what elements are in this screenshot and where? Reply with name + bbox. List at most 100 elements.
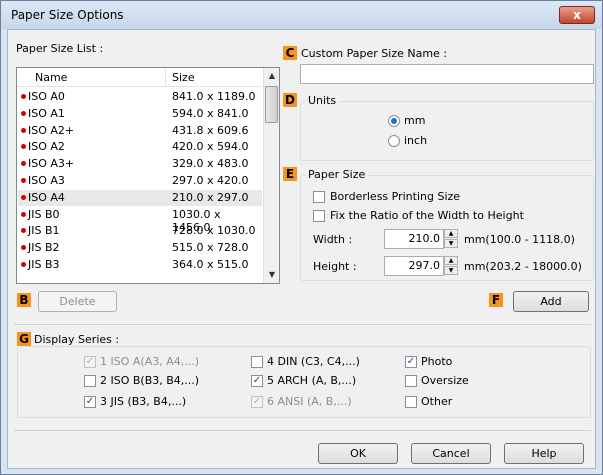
bullet-icon: [21, 94, 26, 99]
dialog-client: Paper Size List : A Name Size ISO A0841.…: [7, 29, 596, 469]
paper-size: 515.0 x 728.0: [172, 241, 249, 255]
height-input[interactable]: 297.0: [384, 256, 444, 276]
list-item[interactable]: JIS B0 1030.0 x 1456.0: [18, 207, 262, 234]
paper-name: ISO A2: [28, 140, 65, 154]
borderless-checkbox[interactable]: [313, 191, 325, 203]
series-checkbox[interactable]: [405, 396, 417, 408]
width-input[interactable]: 210.0: [384, 229, 444, 249]
series-label[interactable]: Photo: [421, 355, 452, 368]
badge-c: C: [283, 46, 297, 60]
list-item[interactable]: ISO A3+ 329.0 x 483.0: [18, 156, 262, 172]
series-checkbox[interactable]: ✓: [251, 396, 263, 408]
series-checkbox[interactable]: ✓: [84, 396, 96, 408]
bullet-icon: [21, 194, 26, 200]
close-button[interactable]: x: [559, 6, 595, 24]
custom-name-input[interactable]: [300, 64, 594, 84]
bullet-icon: [21, 262, 26, 267]
delete-button[interactable]: Delete: [38, 291, 117, 312]
list-item[interactable]: JIS B3 364.0 x 515.0: [18, 257, 262, 273]
units-mm-radio[interactable]: [388, 115, 400, 127]
series-checkbox[interactable]: [251, 356, 263, 368]
paper-size: 841.0 x 1189.0: [172, 90, 256, 103]
badge-f: F: [489, 293, 503, 307]
width-down-icon[interactable]: ▼: [444, 239, 458, 248]
series-checkbox[interactable]: [405, 375, 417, 387]
paper-size-group-label: Paper Size: [305, 168, 369, 181]
list-item[interactable]: ISO A2+ 431.8 x 609.6: [18, 123, 262, 139]
series-label[interactable]: Other: [421, 395, 452, 408]
paper-name: ISO A1: [28, 106, 65, 120]
height-spinner[interactable]: ▲ ▼: [444, 256, 458, 276]
list-item[interactable]: ISO A4 210.0 x 297.0: [18, 189, 262, 206]
series-label[interactable]: 5 ARCH (A, B,...): [267, 374, 356, 387]
list-item[interactable]: JIS B2 515.0 x 728.0: [18, 240, 262, 256]
width-up-icon[interactable]: ▲: [444, 229, 458, 238]
column-name-header[interactable]: Name: [35, 71, 67, 84]
bullet-icon: [21, 211, 26, 217]
paper-name: JIS B1: [28, 224, 60, 238]
bullet-icon: [21, 127, 26, 133]
ok-button[interactable]: OK: [318, 443, 398, 464]
help-button[interactable]: Help: [504, 443, 584, 464]
bullet-icon: [21, 245, 26, 251]
fix-ratio-label[interactable]: Fix the Ratio of the Width to Height: [330, 209, 524, 222]
series-label[interactable]: 2 ISO B(B3, B4,...): [100, 374, 199, 387]
window-title: Paper Size Options: [11, 8, 124, 22]
title-bar[interactable]: Paper Size Options x: [1, 1, 602, 29]
bullet-icon: [21, 161, 26, 167]
add-button[interactable]: Add: [513, 291, 589, 312]
bullet-icon: [21, 228, 26, 234]
series-label[interactable]: Oversize: [421, 374, 469, 387]
badge-g: G: [17, 332, 31, 346]
series-checkbox[interactable]: ✓: [84, 356, 96, 368]
width-range: mm(100.0 - 1118.0): [464, 233, 575, 246]
height-up-icon[interactable]: ▲: [444, 256, 458, 265]
width-spinner[interactable]: ▲ ▼: [444, 229, 458, 249]
borderless-label[interactable]: Borderless Printing Size: [330, 190, 460, 203]
paper-size-list-label: Paper Size List :: [16, 42, 104, 55]
paper-name: ISO A0: [28, 90, 65, 103]
bullet-icon: [21, 110, 26, 116]
badge-e: E: [283, 167, 297, 181]
list-item[interactable]: ISO A3 297.0 x 420.0: [18, 173, 262, 189]
series-label[interactable]: 6 ANSI (A, B,...): [267, 395, 352, 408]
scroll-thumb[interactable]: [265, 86, 278, 123]
column-size-header[interactable]: Size: [172, 71, 195, 84]
paper-size: 329.0 x 483.0: [172, 157, 249, 171]
column-divider: [165, 68, 166, 86]
width-label: Width :: [313, 233, 353, 246]
bullet-icon: [21, 144, 26, 150]
series-checkbox[interactable]: ✓: [405, 356, 417, 368]
paper-name: JIS B3: [28, 258, 60, 271]
list-item[interactable]: JIS B1 728.0 x 1030.0: [18, 223, 262, 239]
paper-size: 364.0 x 515.0: [172, 258, 249, 271]
list-item[interactable]: ISO A0 841.0 x 1189.0: [18, 89, 262, 105]
series-checkbox[interactable]: [84, 375, 96, 387]
scroll-down-icon[interactable]: ▼: [264, 267, 279, 283]
paper-size-list[interactable]: Name Size ISO A0 841.0 x 1189.0 ISO A1 594.…: [16, 67, 280, 284]
bullet-icon: [21, 178, 26, 183]
series-label[interactable]: 3 JIS (B3, B4,...): [100, 395, 186, 408]
divider: [14, 324, 591, 325]
height-label: Height :: [313, 260, 357, 273]
list-item[interactable]: ISO A2 420.0 x 594.0: [18, 139, 262, 155]
badge-b: B: [17, 293, 31, 307]
units-inch-label[interactable]: inch: [404, 134, 427, 147]
scroll-up-icon[interactable]: ▲: [264, 68, 279, 84]
series-label[interactable]: 4 DIN (C3, C4,...): [267, 355, 360, 368]
height-down-icon[interactable]: ▼: [444, 266, 458, 275]
list-item[interactable]: ISO A1 594.0 x 841.0: [18, 106, 262, 122]
units-inch-radio[interactable]: [388, 135, 400, 147]
units-mm-label[interactable]: mm: [404, 114, 425, 127]
list-header: Name Size: [17, 68, 262, 87]
paper-size-options-dialog: Paper Size Options x Paper Size List : A…: [0, 0, 603, 475]
paper-name: JIS B0: [28, 207, 60, 221]
list-scrollbar[interactable]: ▲ ▼: [263, 68, 279, 283]
series-checkbox[interactable]: ✓: [251, 375, 263, 387]
fix-ratio-checkbox[interactable]: [313, 210, 325, 222]
paper-size: 431.8 x 609.6: [172, 123, 249, 137]
paper-size: 297.0 x 420.0: [172, 174, 249, 187]
paper-size: 594.0 x 841.0: [172, 106, 249, 120]
cancel-button[interactable]: Cancel: [411, 443, 491, 464]
series-label[interactable]: 1 ISO A(A3, A4,...): [100, 355, 199, 368]
